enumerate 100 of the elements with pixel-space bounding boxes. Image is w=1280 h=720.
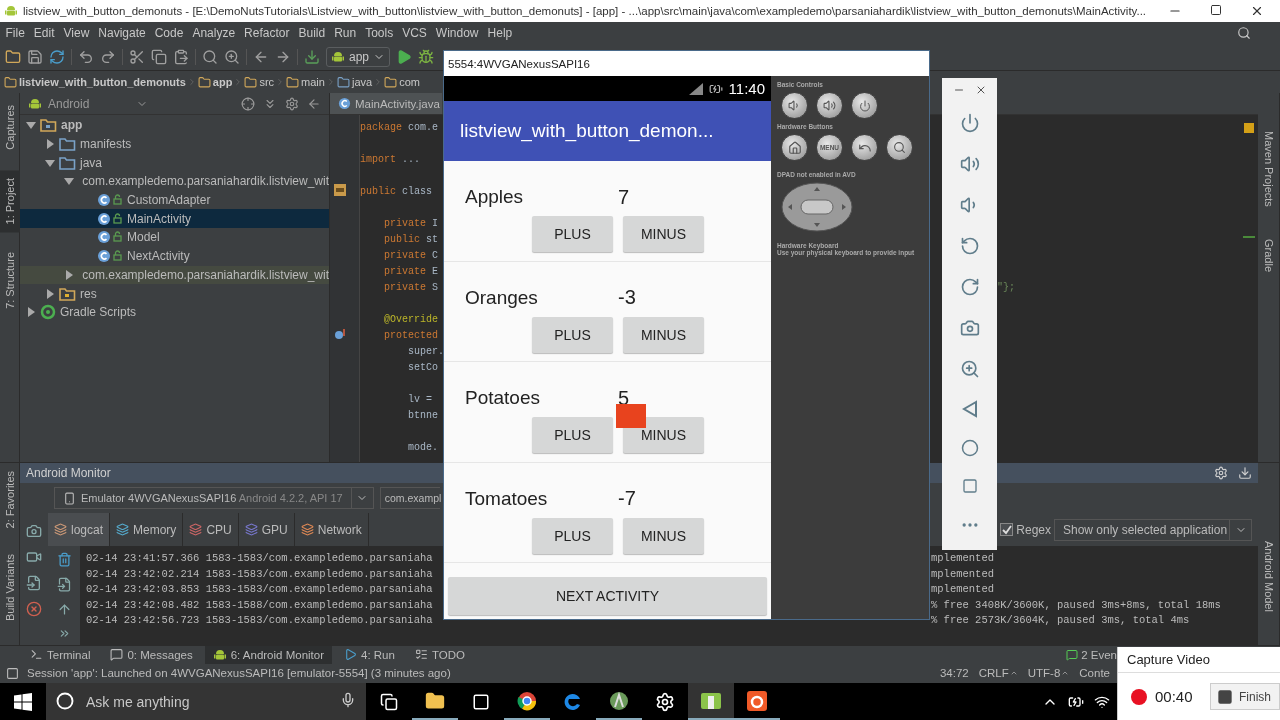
menu-item[interactable]: Run bbox=[329, 26, 361, 40]
menu-item[interactable]: Tools bbox=[360, 26, 398, 40]
code-line: @Override bbox=[383, 313, 438, 325]
panel-title: Android Monitor bbox=[26, 466, 111, 480]
tool-window-tab[interactable]: Gradle bbox=[1258, 230, 1279, 280]
tool-window-tab[interactable]: Maven Projects bbox=[1258, 123, 1279, 215]
code-line: mode. bbox=[407, 441, 438, 453]
log-line: mplemented bbox=[931, 583, 995, 598]
plus-button[interactable]: PLUS bbox=[532, 517, 613, 554]
tool-window-tab[interactable]: Build Variants bbox=[0, 546, 20, 630]
menu-item[interactable]: VCS bbox=[397, 26, 432, 40]
log-line: mplemented bbox=[931, 552, 995, 566]
code-line: super. bbox=[407, 345, 444, 357]
finish-button[interactable]: Finish bbox=[1210, 683, 1280, 710]
next-activity-button[interactable]: NEXT ACTIVITY bbox=[448, 577, 767, 615]
tree-item[interactable]: com.exampledemo.parsaniahardik.listview_wit bbox=[20, 172, 329, 191]
menu-item[interactable]: Help bbox=[483, 26, 517, 40]
code-line: lv = bbox=[407, 393, 432, 405]
tool-tab[interactable]: 0: Messages bbox=[102, 645, 201, 664]
menu-item[interactable]: View bbox=[59, 26, 94, 40]
device-dropdown[interactable]: Emulator 4WVGANexusSAPI16 Android 4.2.2, API 17 bbox=[54, 487, 374, 509]
tool-window-tab[interactable]: 2: Favorites bbox=[0, 463, 20, 537]
tree-item[interactable]: java bbox=[20, 153, 329, 173]
minus-button[interactable]: MINUS bbox=[623, 417, 704, 453]
breadcrumb[interactable]: listview_with_button_demonuts bbox=[4, 75, 186, 89]
filter-dropdown[interactable]: Show only selected application bbox=[1054, 518, 1252, 541]
code-line: private C bbox=[383, 249, 439, 261]
tool-window-tab[interactable]: Captures bbox=[0, 97, 20, 158]
item-name: Oranges bbox=[465, 286, 539, 309]
menu-item[interactable]: File bbox=[1, 26, 30, 40]
event-log-button[interactable]: 2 Even bbox=[1066, 648, 1117, 661]
window-title: listview_with_button_demonuts - [E:\DemoNutsTutorials\Listview_with_button\listview_with_button_demonuts] - [app] - ...\app\src\main\java\com\exampledemo\parsaniahardik\listview_with_button_demonuts\MainActivity... bbox=[23, 5, 1148, 17]
code-line: public class bbox=[360, 185, 434, 197]
tree-item[interactable]: com.exampledemo.parsaniahardik.listview_wit bbox=[20, 265, 329, 285]
app-title: listview_with_button_demon... bbox=[460, 120, 714, 142]
breadcrumb[interactable]: src bbox=[244, 75, 275, 89]
minus-button[interactable]: MINUS bbox=[623, 316, 704, 353]
tool-tab[interactable]: 6: Android Monitor bbox=[204, 645, 332, 664]
breadcrumb[interactable]: java bbox=[336, 75, 373, 89]
view-dropdown[interactable]: Android bbox=[28, 96, 148, 111]
plus-button[interactable]: PLUS bbox=[532, 316, 613, 353]
item-count: -3 bbox=[618, 286, 636, 309]
code-line: private E bbox=[383, 265, 439, 277]
tool-window-tab[interactable]: 7: Structure bbox=[0, 244, 20, 317]
log-line: % free 2573K/3604K, paused 3ms, total 4ms bbox=[931, 614, 1191, 629]
tree-item[interactable]: app bbox=[20, 116, 329, 135]
menu-item[interactable]: Refactor bbox=[239, 26, 294, 40]
status-message: Session 'app': Launched on 4WVGANexusSAPI16 [emulator-5554] (3 minutes ago) bbox=[27, 667, 451, 679]
tool-window-tab[interactable]: Android Model bbox=[1258, 533, 1279, 620]
tool-tab[interactable]: Terminal bbox=[22, 645, 99, 664]
log-line: mplemented bbox=[931, 567, 995, 582]
process-dropdown[interactable]: com.exampl bbox=[379, 487, 440, 509]
plus-button[interactable]: PLUS bbox=[532, 216, 613, 252]
log-line: 02-14 23:42:02.214 1583-1583/com.exampledemo.parsaniaha bbox=[86, 567, 434, 582]
code-line: import ... bbox=[360, 153, 421, 165]
menu-item[interactable]: Analyze bbox=[187, 26, 240, 40]
breadcrumb[interactable]: app bbox=[197, 75, 233, 89]
menu-item[interactable]: Code bbox=[150, 26, 188, 40]
tree-item[interactable]: res bbox=[20, 284, 329, 303]
code-line: package com.e bbox=[360, 121, 439, 133]
tree-item[interactable]: NextActivity bbox=[20, 246, 329, 266]
item-name: Tomatoes bbox=[465, 487, 549, 510]
emulator-title: 5554:4WVGANexusSAPI16 bbox=[448, 57, 590, 70]
code-line: protected bbox=[383, 329, 439, 341]
code-line: setCo bbox=[407, 361, 438, 373]
line-separator[interactable]: CRLF bbox=[978, 667, 1018, 679]
menu-item[interactable]: Navigate bbox=[93, 26, 151, 40]
menu-item[interactable]: Build bbox=[293, 26, 330, 40]
run-config-dropdown[interactable]: app bbox=[326, 47, 391, 67]
tree-item[interactable]: CustomAdapter bbox=[20, 190, 329, 210]
tool-tab[interactable]: TODO bbox=[406, 645, 473, 664]
monitor-tab[interactable]: logcat bbox=[48, 513, 111, 546]
context-label: Conte bbox=[1079, 667, 1110, 679]
menu-item[interactable]: Window bbox=[431, 26, 484, 40]
item-name: Potatoes bbox=[465, 387, 541, 409]
code-line: private S bbox=[383, 281, 439, 293]
item-count: 7 bbox=[618, 185, 630, 209]
minus-button[interactable]: MINUS bbox=[623, 517, 704, 554]
file-encoding[interactable]: UTF-8 bbox=[1027, 667, 1070, 679]
tree-item[interactable]: MainActivity bbox=[20, 209, 329, 229]
caret-position[interactable]: 34:72 bbox=[939, 667, 969, 679]
status-clock: 11:40 bbox=[728, 80, 765, 97]
item-count: -7 bbox=[618, 487, 636, 510]
code-line: private I bbox=[383, 217, 439, 229]
tool-tab[interactable]: 4: Run bbox=[336, 645, 403, 664]
breadcrumb[interactable]: com bbox=[384, 75, 420, 89]
search-field[interactable]: Ask me anything bbox=[46, 683, 366, 720]
code-text: "}; bbox=[997, 281, 1015, 293]
tree-item[interactable]: manifests bbox=[20, 134, 329, 154]
breadcrumb[interactable]: main bbox=[286, 75, 325, 89]
tool-window-tab[interactable]: 1: Project bbox=[0, 169, 20, 233]
editor-tab[interactable]: MainActivity.java bbox=[330, 93, 442, 114]
plus-button[interactable]: PLUS bbox=[532, 417, 613, 453]
recording-time: 00:40 bbox=[1155, 688, 1193, 705]
code-line: public st bbox=[383, 233, 439, 245]
minus-button[interactable]: MINUS bbox=[623, 216, 704, 252]
tree-item[interactable]: Gradle Scripts bbox=[20, 302, 329, 322]
tree-item[interactable]: Model bbox=[20, 228, 329, 247]
window-title: Capture Video bbox=[1127, 652, 1210, 667]
menu-item[interactable]: Edit bbox=[29, 26, 60, 40]
